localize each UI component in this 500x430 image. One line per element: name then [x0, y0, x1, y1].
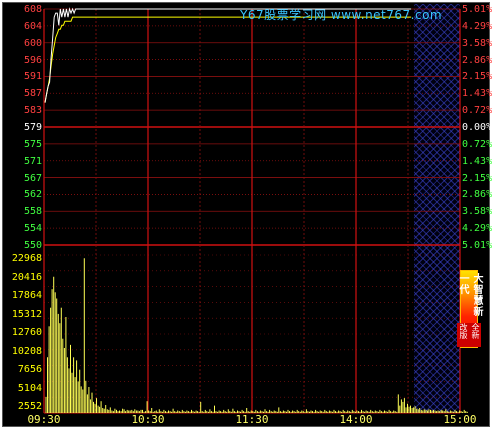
volume-tick-label: 10208: [11, 345, 42, 357]
price-tick-label: 550: [23, 240, 42, 251]
percent-tick-label: 1.43%: [462, 155, 493, 167]
price-tick-label: 608: [23, 4, 42, 15]
time-tick-label: 15:00: [443, 413, 477, 426]
stock-chart-window: 608 604 600 596 591 587 583 579 575 571 567 562 558 5…: [0, 0, 500, 430]
price-tick-label: 579: [23, 122, 42, 133]
promo-title: 大智慧新一代: [457, 273, 482, 317]
percent-tick-label: 2.86%: [462, 54, 493, 66]
percent-tick-label: 3.58%: [462, 206, 493, 218]
percent-tick-label: 5.01%: [462, 4, 493, 15]
volume-tick-label: 15312: [11, 308, 42, 320]
volume-tick-label: 20416: [11, 271, 42, 283]
price-tick-label: 591: [23, 71, 42, 83]
percent-tick-label: 2.15%: [462, 172, 493, 184]
percent-tick-label: 2.86%: [462, 189, 493, 201]
volume-tick-label: 7656: [17, 364, 42, 375]
price-tick-label: 604: [23, 20, 42, 32]
price-tick-label: 567: [23, 172, 42, 184]
percent-tick-label: 0.72%: [462, 105, 493, 117]
volume-tick-label: 2552: [17, 401, 42, 412]
volume-tick-label: 5104: [17, 382, 42, 394]
volume-tick-label: 12760: [11, 327, 42, 338]
volume-tick-label: 17864: [11, 290, 42, 301]
percent-tick-label: 0.00%: [462, 122, 493, 133]
time-tick-label: 10:30: [131, 413, 165, 426]
promo-subtitle: 全新改版: [457, 323, 481, 347]
percent-tick-label: 0.72%: [462, 138, 493, 150]
price-tick-label: 600: [23, 37, 42, 49]
percent-tick-label: 4.29%: [462, 223, 493, 235]
price-tick-label: 587: [23, 88, 42, 100]
time-tick-label: 11:30: [235, 413, 269, 426]
site-watermark: Y67股票学习网 www.net767.com: [240, 8, 443, 22]
percent-tick-label: 3.58%: [462, 37, 493, 49]
price-tick-label: 562: [23, 189, 42, 201]
promo-banner[interactable]: 大智慧新一代 全新改版: [457, 270, 482, 348]
price-tick-label: 558: [23, 206, 42, 218]
time-tick-label: 14:00: [339, 413, 373, 426]
price-tick-label: 571: [23, 155, 42, 167]
chart-canvas[interactable]: [0, 0, 490, 430]
volume-tick-label: 22968: [11, 253, 42, 264]
percent-tick-label: 4.29%: [462, 20, 493, 32]
percent-tick-label: 1.43%: [462, 88, 493, 100]
percent-tick-label: 5.01%: [462, 240, 493, 251]
time-tick-label: 09:30: [27, 413, 61, 426]
price-tick-label: 554: [23, 223, 42, 235]
percent-tick-label: 2.15%: [462, 71, 493, 83]
price-tick-label: 596: [23, 54, 42, 66]
price-tick-label: 575: [23, 138, 42, 150]
price-tick-label: 583: [23, 105, 42, 117]
